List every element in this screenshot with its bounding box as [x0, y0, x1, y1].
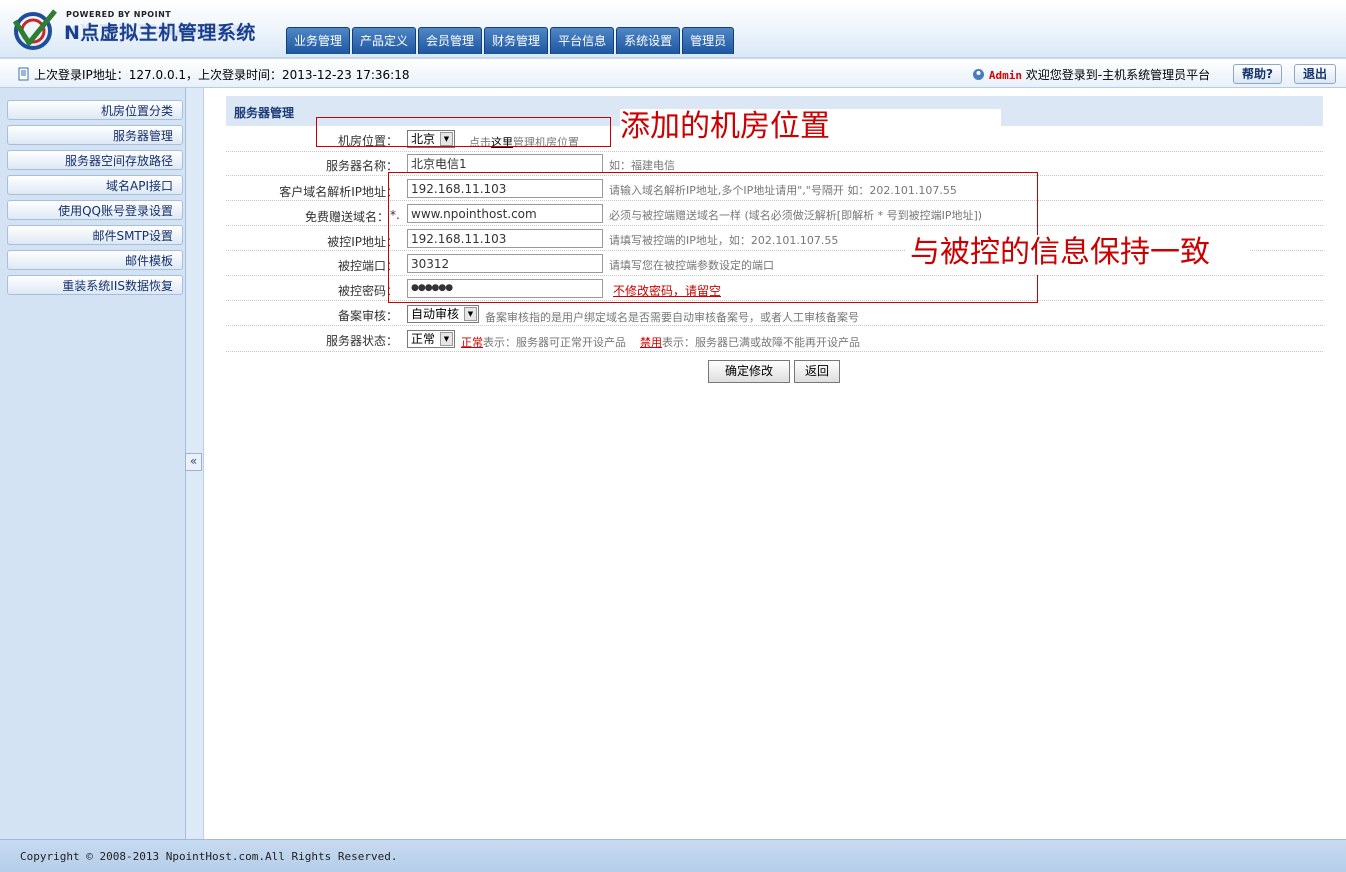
audit-label: 备案审核： [337, 309, 398, 323]
sidebar-item-mail-template[interactable]: 邮件模板 [7, 250, 183, 270]
copyright-text: Copyright © 2008-2013 NpointHost.com.All… [20, 850, 398, 863]
nav-tab-settings[interactable]: 系统设置 [616, 27, 681, 54]
row-divider [226, 325, 1323, 326]
admin-name: Admin [988, 69, 1022, 82]
status-hint: 正常表示：服务器可正常开设产品 禁用表示：服务器已满或故障不能再开设产品 [461, 334, 860, 350]
welcome-text: 欢迎您登录到-主机系统管理员平台 [1025, 68, 1211, 82]
status-label: 服务器状态： [325, 334, 398, 348]
location-annotation-text: 添加的机房位置 [620, 109, 1001, 149]
row-divider [226, 151, 1323, 152]
help-button[interactable]: 帮助? [1233, 64, 1282, 84]
ctrl-port-label: 被控端口： [337, 259, 398, 273]
server-name-hint: 如：福建电信 [609, 159, 675, 172]
status-normal-label: 正常 [461, 336, 483, 349]
last-login-info: 上次登录IP地址：127.0.0.1，上次登录时间：2013-12-23 17:… [17, 66, 409, 83]
status-disabled-desc: 表示：服务器已满或故障不能再开设产品 [662, 336, 860, 349]
audit-select[interactable]: 自动审核 ▼ [407, 305, 479, 323]
sidebar-item-iis-restore[interactable]: 重装系统IIS数据恢复 [7, 275, 183, 295]
sidebar-item-qq-login[interactable]: 使用QQ账号登录设置 [7, 200, 183, 220]
dropdown-arrow-icon: ▼ [440, 332, 453, 346]
nav-tab-finance[interactable]: 财务管理 [484, 27, 549, 54]
audit-hint: 备案审核指的是用户绑定域名是否需要自动审核备案号，或者人工审核备案号 [485, 311, 859, 324]
status-disabled-label: 禁用 [640, 336, 662, 349]
logo-reflection: N点虚拟主机管理系统 [64, 22, 251, 36]
sidebar: 机房位置分类 服务器管理 服务器空间存放路径 域名API接口 使用QQ账号登录设… [0, 88, 186, 839]
logo-icon [12, 9, 57, 50]
status-select[interactable]: 正常 ▼ [407, 330, 455, 348]
document-icon [18, 67, 29, 81]
nav-tab-admins[interactable]: 管理员 [682, 27, 735, 54]
logout-button[interactable]: 退出 [1294, 64, 1337, 84]
dns-ip-label: 客户域名解析IP地址： [279, 185, 398, 199]
submit-button[interactable]: 确定修改 [708, 360, 790, 383]
last-login-text: 上次登录IP地址：127.0.0.1，上次登录时间：2013-12-23 17:… [34, 68, 410, 82]
ctrl-ip-label: 被控IP地址： [327, 235, 398, 249]
back-button[interactable]: 返回 [794, 360, 840, 383]
server-name-input[interactable] [407, 154, 603, 173]
nav-tab-business[interactable]: 业务管理 [286, 27, 351, 54]
status-normal-desc: 表示：服务器可正常开设产品 [483, 336, 626, 349]
header: POWERED BY NPOINT N点虚拟主机管理系统 N点虚拟主机管理系统 … [0, 0, 1346, 59]
dropdown-arrow-icon: ▼ [464, 307, 477, 321]
user-icon [973, 69, 984, 80]
ctrl-annotation-text: 与被控的信息保持一致 [906, 235, 1250, 275]
nav-tab-platform[interactable]: 平台信息 [550, 27, 615, 54]
audit-select-value: 自动审核 [411, 307, 460, 321]
welcome-info: Admin 欢迎您登录到-主机系统管理员平台 [972, 66, 1210, 83]
sidebar-item-smtp[interactable]: 邮件SMTP设置 [7, 225, 183, 245]
sidebar-item-server-manage[interactable]: 服务器管理 [7, 125, 183, 145]
free-domain-label: 免费赠送域名： [304, 210, 389, 224]
collapse-sidebar-button[interactable]: « [185, 453, 202, 471]
panel-title: 服务器管理 [234, 106, 295, 120]
server-name-label: 服务器名称： [325, 159, 398, 173]
status-select-value: 正常 [411, 332, 436, 346]
top-nav: 业务管理 产品定义 会员管理 财务管理 平台信息 系统设置 管理员 [286, 27, 736, 55]
sidebar-item-storage-path[interactable]: 服务器空间存放路径 [7, 150, 183, 170]
ctrl-pwd-label: 被控密码： [337, 284, 398, 298]
row-divider [226, 351, 1323, 352]
sidebar-item-domain-api[interactable]: 域名API接口 [7, 175, 183, 195]
nav-tab-members[interactable]: 会员管理 [418, 27, 483, 54]
location-annotation-box [316, 117, 611, 147]
sidebar-item-room-location[interactable]: 机房位置分类 [7, 100, 183, 120]
nav-tab-products[interactable]: 产品定义 [352, 27, 417, 54]
info-bar: 上次登录IP地址：127.0.0.1，上次登录时间：2013-12-23 17:… [0, 59, 1346, 88]
footer: Copyright © 2008-2013 NpointHost.com.All… [0, 839, 1346, 872]
